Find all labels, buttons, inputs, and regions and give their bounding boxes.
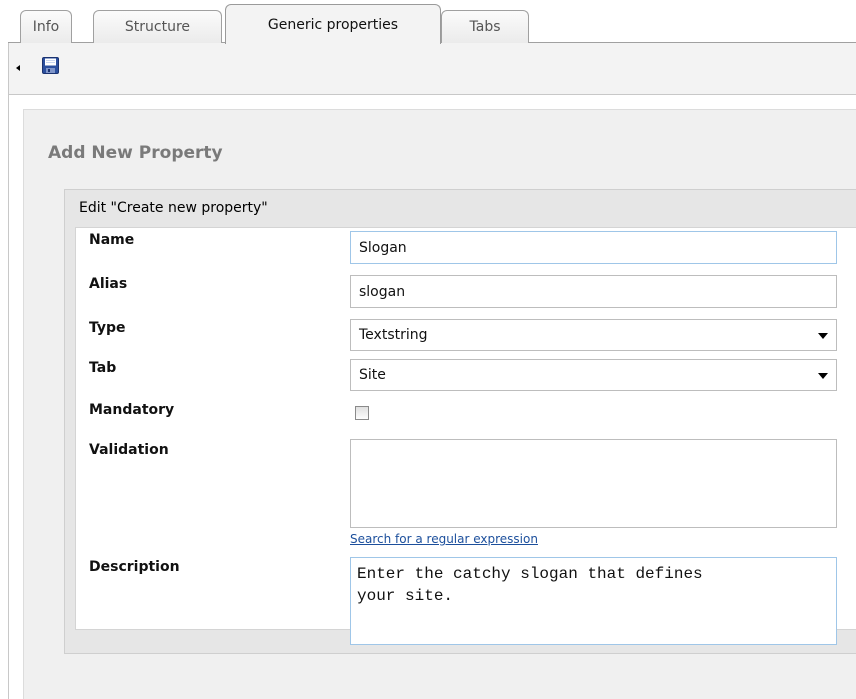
form-header: Edit "Create new property"	[79, 200, 268, 216]
mandatory-label: Mandatory	[89, 402, 175, 418]
description-textarea[interactable]: Enter the catchy slogan that defines you…	[350, 557, 837, 645]
chevron-down-icon	[818, 333, 828, 339]
type-select-value: Textstring	[359, 327, 428, 343]
toolbar	[8, 43, 856, 95]
name-input[interactable]: Slogan	[350, 231, 837, 264]
property-form: Name Slogan Alias slogan Type Textstring…	[75, 227, 856, 645]
save-icon[interactable]	[42, 57, 59, 74]
tab-bar: Info Structure Generic properties Tabs	[0, 0, 856, 44]
validation-label: Validation	[89, 442, 169, 458]
property-panel: Add New Property Edit "Create new proper…	[23, 109, 856, 699]
toolbar-collapse-arrow-icon[interactable]	[16, 65, 20, 71]
tab-generic-properties[interactable]: Generic properties	[225, 4, 441, 44]
tab-select[interactable]: Site	[350, 359, 837, 391]
chevron-down-icon	[818, 373, 828, 379]
mandatory-checkbox[interactable]	[355, 406, 369, 420]
regex-search-link[interactable]: Search for a regular expression	[350, 532, 538, 546]
alias-label: Alias	[89, 276, 128, 292]
description-label: Description	[89, 559, 180, 575]
name-label: Name	[89, 232, 135, 248]
type-label: Type	[89, 320, 126, 336]
edit-property-box: Edit "Create new property" Name Slogan A…	[64, 189, 856, 654]
content-area: Add New Property Edit "Create new proper…	[8, 95, 856, 699]
page: Info Structure Generic properties Tabs A…	[0, 0, 856, 699]
tab-info[interactable]: Info	[20, 10, 72, 43]
validation-textarea[interactable]	[350, 439, 837, 528]
alias-input[interactable]: slogan	[350, 275, 837, 308]
tab-tabs[interactable]: Tabs	[441, 10, 529, 43]
tab-select-value: Site	[359, 367, 386, 383]
tab-label: Tab	[89, 360, 117, 376]
type-select[interactable]: Textstring	[350, 319, 837, 351]
panel-title: Add New Property	[48, 143, 223, 163]
tab-structure[interactable]: Structure	[93, 10, 222, 43]
